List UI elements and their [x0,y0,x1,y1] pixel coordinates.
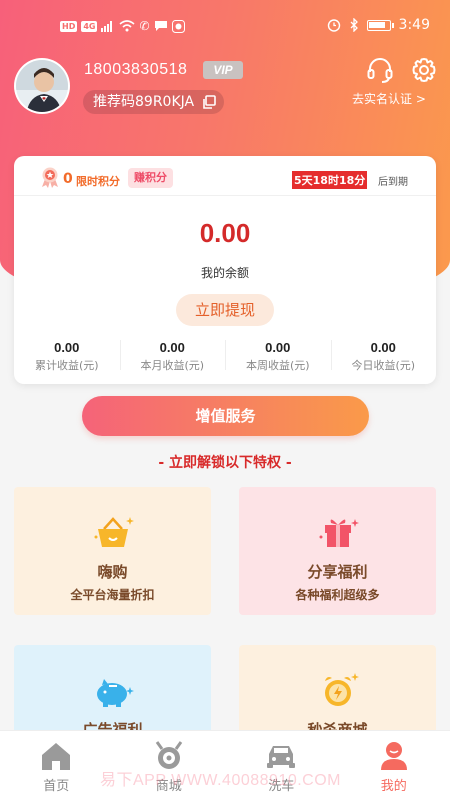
value-added-service-button[interactable]: 增值服务 [82,396,369,436]
balance-label: 我的余额 [200,266,249,280]
signal-icon [101,21,113,32]
feature-title: 分享福利 [307,563,368,581]
countdown-timer: 5天18时18分 [292,171,368,189]
wifi-icon [119,20,136,32]
settings-gear-icon[interactable] [410,56,438,84]
avatar[interactable] [14,58,70,114]
phone-number: 18003830518 [84,61,188,78]
piggy-bank-icon [97,679,134,707]
stat-value: 0.00 [265,340,291,355]
person-icon [380,742,407,770]
hd-indicator: HD [60,20,78,32]
bottom-tab-bar: 首页 商城 洗车 我的 [0,730,450,800]
referral-code-text: 推荐码89R0KJA [93,94,195,110]
gift-icon [319,519,359,547]
stat-label: 累计收益(元) [34,359,99,372]
tab-car-wash[interactable]: 洗车 [225,731,338,800]
points-label: 限时积分 [76,175,120,188]
mall-icon [155,741,182,769]
balance-card: 0 限时积分 赚积分 5天18时18分 后到期 0.00 我的余额 立即提现 0… [14,156,436,384]
bluetooth-icon [350,18,358,32]
feature-tile-shopping[interactable]: 嗨购 全平台海量折扣 [14,487,211,615]
call-icon: ✆ [139,19,150,33]
app-notification-icon [171,19,185,33]
clock: 3:49 [398,17,430,33]
stat-label: 本周收益(元) [245,359,310,372]
stat-total: 0.00 累计收益(元) [14,336,120,376]
tab-label: 商城 [155,779,182,794]
feature-subtitle: 全平台海量折扣 [70,588,155,602]
tab-label: 我的 [380,779,407,794]
tab-home[interactable]: 首页 [0,731,113,800]
message-icon [154,21,167,31]
verify-identity-link[interactable]: 去实名认证 > [352,90,426,107]
tab-label: 洗车 [268,779,295,794]
copy-icon[interactable] [202,95,216,109]
stat-value: 0.00 [159,340,185,355]
alarm-status-icon [327,19,340,32]
feature-tile-share[interactable]: 分享福利 各种福利超级多 [239,487,436,615]
customer-service-icon[interactable] [366,56,394,84]
points-row: 0 限时积分 赚积分 5天18时18分 后到期 [14,156,436,196]
feature-title: 嗨购 [97,563,128,581]
earn-points-button[interactable]: 赚积分 [128,168,173,188]
network-type-indicator: 4G [81,20,98,32]
home-icon [42,743,71,770]
stat-today: 0.00 今日收益(元) [330,336,437,376]
stat-value: 0.00 [370,340,396,355]
basket-icon [94,517,134,547]
vip-badge: VIP [203,61,243,79]
referral-code[interactable]: 推荐码89R0KJA [83,90,225,114]
stat-label: 今日收益(元) [351,359,416,372]
medal-icon [42,167,58,188]
earnings-stats: 0.00 累计收益(元) 0.00 本月收益(元) 0.00 本周收益(元) 0… [14,336,436,376]
alarm-clock-icon [325,673,359,706]
stat-week: 0.00 本周收益(元) [225,336,331,376]
expire-label: 后到期 [378,177,408,188]
balance-amount: 0.00 [199,218,251,248]
stat-value: 0.00 [54,340,80,355]
tab-mine[interactable]: 我的 [338,731,450,800]
feature-subtitle: 各种福利超级多 [295,588,380,602]
car-icon [267,746,296,768]
tab-label: 首页 [43,779,70,794]
tab-mall[interactable]: 商城 [113,731,226,800]
battery-icon [366,19,394,31]
withdraw-button[interactable]: 立即提现 [176,294,274,326]
points-value: 0 [63,171,73,187]
status-bar: HD 4G ✆ 3:49 [0,0,450,56]
stat-month: 0.00 本月收益(元) [119,336,226,376]
stat-label: 本月收益(元) [140,359,205,372]
unlock-heading: - 立即解锁以下特权 - [158,455,292,471]
